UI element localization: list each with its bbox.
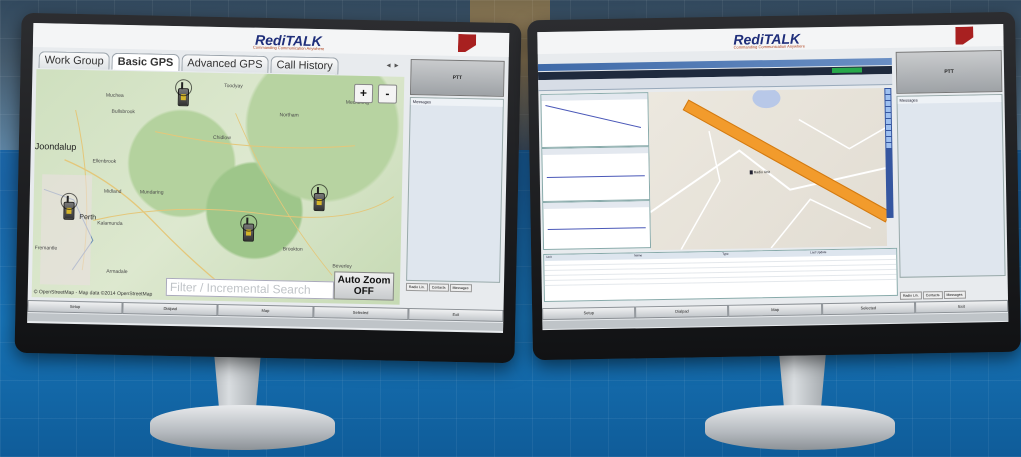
- setup-button[interactable]: Setup: [542, 306, 636, 321]
- tool-icon[interactable]: [885, 124, 892, 131]
- right-screen: RediTALK Commanding Communication Anywhe…: [537, 23, 1009, 331]
- zoom-out-button[interactable]: -: [377, 84, 398, 104]
- filter-search-input[interactable]: Filter / Incremental Search: [165, 277, 335, 300]
- exit-button[interactable]: Exit: [914, 299, 1009, 314]
- tool-icon[interactable]: [885, 118, 891, 125]
- tab-scroll-left-icon[interactable]: ◂: [387, 60, 391, 69]
- dialpad-button[interactable]: Dialpad: [635, 304, 729, 319]
- radio-unit-icon[interactable]: [177, 88, 190, 107]
- right-map[interactable]: Radio Unit: [648, 88, 888, 251]
- map-place-label: Muchea: [105, 92, 124, 99]
- right-tagline: Commanding Communication Anywhere: [733, 43, 805, 50]
- radio-unit-icon[interactable]: [242, 223, 255, 242]
- map-marker-icon[interactable]: [749, 170, 753, 175]
- left-monitor: RediTALK Commanding Communication Anywhe…: [14, 12, 522, 364]
- tab-advanced-gps[interactable]: Advanced GPS: [181, 54, 269, 73]
- messages-pane: Messages: [406, 96, 504, 283]
- left-monitor-base: [150, 405, 335, 450]
- map-marker-label: Radio Unit: [753, 170, 771, 175]
- tab-scroll-right-icon[interactable]: ▸: [395, 61, 399, 70]
- company-logo-icon: [458, 34, 476, 52]
- status-indicator: [831, 67, 863, 73]
- map-place-label: Kalamunda: [97, 220, 123, 227]
- ptt-label: PTT: [452, 74, 463, 82]
- radio-unit-icon[interactable]: [63, 201, 75, 220]
- right-map-toolbar: [884, 87, 894, 219]
- right-monitor-base: [705, 405, 895, 450]
- map-button[interactable]: Map: [728, 303, 822, 317]
- messages-header: Messages: [410, 97, 503, 107]
- map-place-label: Northam: [279, 112, 299, 119]
- gps-map[interactable]: Bullsbrook Muchea Toodyay Northam Mecker…: [31, 69, 405, 305]
- map-place-label: Perth: [79, 214, 97, 222]
- left-tagline: Commanding Communication Anywhere: [252, 44, 325, 52]
- zoom-in-button[interactable]: +: [353, 83, 374, 104]
- tool-icon[interactable]: [885, 106, 891, 113]
- graph-header: [543, 201, 650, 210]
- radio-unit-icon[interactable]: [313, 192, 325, 212]
- setup-button[interactable]: Setup: [27, 299, 123, 314]
- tab-work-group[interactable]: Work Group: [38, 51, 110, 70]
- subtab-radio-list[interactable]: Radio Lin.: [899, 291, 922, 300]
- company-logo-icon: [955, 26, 973, 44]
- graph-panel: [542, 200, 652, 251]
- graph-line: [547, 227, 646, 230]
- map-place-label: Armadale: [106, 268, 128, 276]
- right-subtabs: Radio Lin. Contacts Messages: [899, 290, 967, 300]
- right-monitor: RediTALK Commanding Communication Anywhe…: [527, 11, 1021, 361]
- tool-icon[interactable]: [886, 142, 892, 149]
- ptt-label: PTT: [944, 68, 954, 76]
- map-place-label: Toodyay: [224, 83, 243, 90]
- selected-button[interactable]: Selected: [821, 301, 916, 316]
- map-button[interactable]: Map: [217, 303, 314, 318]
- unit-table: Unit Name Type Last Update: [543, 247, 898, 303]
- graph-header: [541, 93, 648, 102]
- graph-header: [542, 147, 649, 156]
- auto-zoom-state: OFF: [353, 285, 374, 298]
- messages-header: Messages: [897, 95, 1002, 104]
- map-place-label: Beverley: [332, 263, 352, 270]
- subtab-messages[interactable]: Messages: [449, 283, 472, 293]
- tool-icon[interactable]: [885, 112, 891, 119]
- messages-pane: Messages: [896, 93, 1006, 278]
- left-subtabs: Radio Lin. Contacts Messages: [405, 282, 473, 293]
- graph-line: [545, 104, 642, 128]
- dialpad-button[interactable]: Dialpad: [122, 301, 218, 316]
- ptt-button[interactable]: PTT: [895, 50, 1003, 94]
- auto-zoom-label: Auto Zoom: [337, 274, 391, 287]
- selected-button[interactable]: Selected: [312, 305, 409, 320]
- graph-panel: [540, 92, 650, 149]
- map-place-label: Mundaring: [139, 189, 164, 196]
- graph-panel: [541, 146, 651, 203]
- map-place-label: Midland: [103, 188, 122, 195]
- auto-zoom-button[interactable]: Auto Zoom OFF: [333, 271, 395, 301]
- subtab-radio-list[interactable]: Radio Lin.: [405, 282, 428, 292]
- graph-line: [546, 175, 645, 178]
- exit-button[interactable]: Exit: [408, 307, 504, 322]
- subtab-messages[interactable]: Messages: [943, 290, 966, 300]
- tool-icon[interactable]: [885, 100, 891, 107]
- tool-icon[interactable]: [886, 136, 892, 143]
- subtab-contacts[interactable]: Contacts: [428, 283, 449, 292]
- tab-basic-gps[interactable]: Basic GPS: [111, 52, 180, 72]
- tool-icon[interactable]: [886, 130, 892, 137]
- tool-icon[interactable]: [885, 94, 891, 101]
- map-place-label: Joondalup: [34, 141, 77, 152]
- map-place-label: Ellenbrook: [92, 158, 117, 165]
- tab-call-history[interactable]: Call History: [270, 56, 339, 75]
- map-place-label: Bullsbrook: [111, 108, 135, 116]
- subtab-contacts[interactable]: Contacts: [922, 291, 943, 300]
- tool-icon[interactable]: [885, 88, 891, 95]
- map-place-label: Chidlow: [212, 134, 231, 142]
- right-app-header: RediTALK Commanding Communication Anywhe…: [537, 23, 1004, 55]
- map-place-label: Brookton: [282, 246, 303, 253]
- left-screen: RediTALK Commanding Communication Anywhe…: [27, 23, 510, 333]
- map-place-label: Fremantle: [34, 245, 58, 252]
- ptt-button[interactable]: PTT: [409, 58, 505, 97]
